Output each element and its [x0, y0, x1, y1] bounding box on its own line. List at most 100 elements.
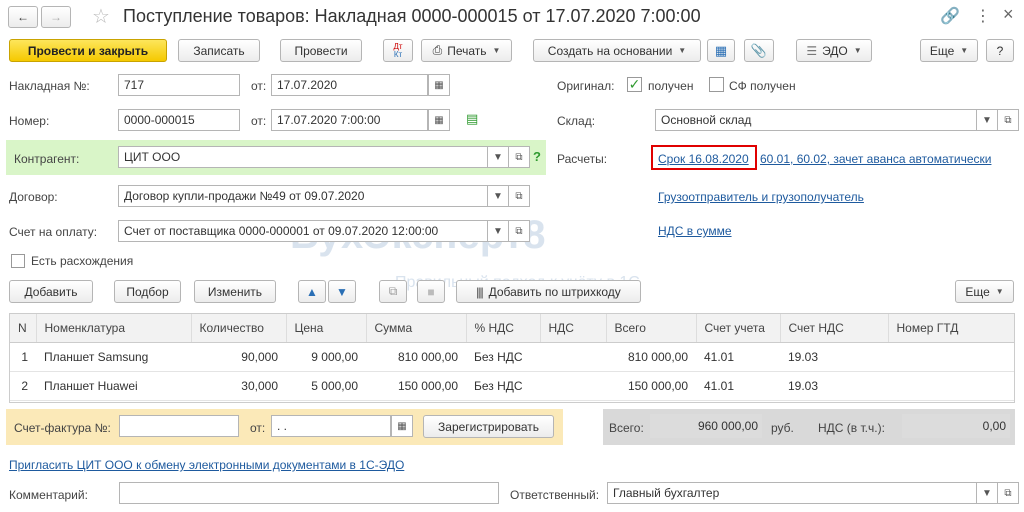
structure-icon: ▦	[714, 42, 728, 58]
vat-in-sum-link[interactable]: НДС в сумме	[658, 224, 732, 238]
invoice-date-field[interactable]: 17.07.2020	[271, 74, 428, 96]
invoice-no-label: Накладная №:	[9, 79, 90, 93]
change-button[interactable]: Изменить	[194, 280, 276, 303]
add-button[interactable]: Добавить	[9, 280, 93, 303]
move-up-button[interactable]: ▲	[298, 280, 326, 303]
post-and-close-button[interactable]: Провести и закрыть	[9, 39, 167, 62]
settlements-term-link[interactable]: Срок 16.08.2020	[658, 152, 749, 166]
sf-number-field[interactable]	[119, 415, 239, 437]
star-icon[interactable]: ☆	[92, 4, 110, 29]
help-icon[interactable]: ?	[533, 149, 541, 164]
number-date-field[interactable]: 17.07.2020 7:00:00	[271, 109, 428, 131]
cell-sum: 150 000,00	[366, 371, 466, 401]
document-list-icon[interactable]: ▤	[466, 111, 478, 127]
create-based-on-label: Создать на основании	[547, 43, 673, 58]
invoice-date-from-label: от:	[251, 79, 267, 93]
col-n[interactable]: N	[10, 314, 37, 343]
pick-button[interactable]: Подбор	[114, 280, 181, 303]
cell-vat	[540, 342, 606, 372]
attachments-button[interactable]: 📎	[744, 39, 774, 62]
dt-kt-button[interactable]: Дт Кт	[383, 39, 413, 62]
comment-label: Комментарий:	[9, 488, 88, 502]
col-qty[interactable]: Количество	[191, 314, 287, 343]
vat-total-value: 0,00	[982, 419, 1006, 433]
contractor-field[interactable]: ЦИТ ООО	[118, 146, 488, 168]
col-price[interactable]: Цена	[286, 314, 367, 343]
responsible-label: Ответственный:	[510, 488, 600, 502]
cell-account: 41.01	[696, 342, 780, 372]
edo-button[interactable]: ☰ ЭДО ▼	[796, 39, 872, 62]
dropdown-icon[interactable]: ▼	[976, 109, 998, 131]
consignor-link[interactable]: Грузоотправитель и грузополучатель	[658, 190, 864, 204]
open-icon[interactable]: ⧉	[508, 185, 530, 207]
settlements-accounts-link[interactable]: 60.01, 60.02, зачет аванса автоматически	[760, 152, 991, 166]
cell-vat-rate: Без НДС	[466, 371, 540, 401]
table-more-button[interactable]: Еще ▼	[955, 280, 1014, 303]
create-based-on-button[interactable]: Создать на основании ▼	[533, 39, 701, 62]
number-label: Номер:	[9, 114, 50, 128]
bill-field[interactable]: Счет от поставщика 0000-000001 от 09.07.…	[118, 220, 488, 242]
warehouse-field[interactable]: Основной склад	[655, 109, 977, 131]
col-total[interactable]: Всего	[606, 314, 697, 343]
dropdown-icon[interactable]: ▼	[976, 482, 998, 504]
back-button[interactable]: ←	[8, 6, 38, 28]
col-account[interactable]: Счет учета	[696, 314, 781, 343]
col-sum[interactable]: Сумма	[366, 314, 467, 343]
cell-vat-account: 19.03	[780, 371, 888, 401]
open-icon[interactable]: ⧉	[997, 109, 1019, 131]
calendar-icon[interactable]: ▦	[428, 74, 450, 96]
register-button[interactable]: Зарегистрировать	[423, 415, 554, 438]
cell-price: 9 000,00	[286, 342, 366, 372]
cell-price: 5 000,00	[286, 371, 366, 401]
warehouse-label: Склад:	[557, 114, 596, 128]
dt-kt-icon: Дт Кт	[393, 41, 403, 59]
close-icon[interactable]: ×	[1003, 4, 1014, 25]
add-by-barcode-button[interactable]: ||| Добавить по штрихкоду	[456, 280, 641, 303]
edo-label: ЭДО	[822, 43, 848, 58]
comment-field[interactable]	[119, 482, 499, 504]
col-gtd[interactable]: Номер ГТД	[888, 314, 1014, 343]
table-row[interactable]: 2 Планшет Huawei 30,000 5 000,00 150 000…	[10, 371, 1014, 401]
col-vat-account[interactable]: Счет НДС	[780, 314, 889, 343]
col-item[interactable]: Номенклатура	[36, 314, 192, 343]
dropdown-icon[interactable]: ▼	[487, 185, 509, 207]
print-button[interactable]: ⎙ Печать ▼	[421, 39, 512, 62]
original-received-checkbox[interactable]: ✓	[627, 76, 642, 92]
sf-date-field[interactable]: . .	[271, 415, 391, 437]
cell-vat-account: 19.03	[780, 342, 888, 372]
contract-field[interactable]: Договор купли-продажи №49 от 09.07.2020	[118, 185, 488, 207]
settlements-label: Расчеты:	[557, 152, 608, 166]
open-icon[interactable]: ⧉	[508, 220, 530, 242]
save-button[interactable]: Записать	[178, 39, 260, 62]
copy-row-button[interactable]: ⧉	[379, 280, 407, 303]
col-vat[interactable]: НДС	[540, 314, 607, 343]
move-down-button[interactable]: ▼	[328, 280, 356, 303]
calendar-icon[interactable]: ▦	[391, 415, 413, 437]
open-icon[interactable]: ⧉	[997, 482, 1019, 504]
open-icon[interactable]: ⧉	[508, 146, 530, 168]
structure-button[interactable]: ▦	[707, 39, 735, 62]
contractor-label: Контрагент:	[14, 152, 80, 166]
table-row[interactable]: 1 Планшет Samsung 90,000 9 000,00 810 00…	[10, 342, 1014, 372]
more-vertical-icon[interactable]: ⋮	[975, 6, 991, 26]
link-icon[interactable]: 🔗	[940, 6, 960, 26]
chevron-down-icon: ▼	[960, 46, 969, 55]
total-value-box: 960 000,00	[650, 414, 762, 438]
number-field[interactable]: 0000-000015	[118, 109, 240, 131]
col-vat-rate[interactable]: % НДС	[466, 314, 541, 343]
sf-received-label: СФ получен	[729, 79, 796, 93]
discrepancy-checkbox[interactable]	[11, 254, 25, 268]
paperclip-icon: 📎	[750, 42, 768, 58]
delete-row-button[interactable]: ■	[417, 280, 445, 303]
sf-received-checkbox[interactable]	[709, 77, 724, 92]
dropdown-icon[interactable]: ▼	[487, 220, 509, 242]
forward-button[interactable]: →	[41, 6, 71, 28]
more-button[interactable]: Еще ▼	[920, 39, 978, 62]
dropdown-icon[interactable]: ▼	[487, 146, 509, 168]
invoice-no-field[interactable]: 717	[118, 74, 240, 96]
post-button[interactable]: Провести	[280, 39, 362, 62]
help-button[interactable]: ?	[986, 39, 1014, 62]
invite-edo-link[interactable]: Пригласить ЦИТ ООО к обмену электронными…	[9, 458, 404, 472]
responsible-field[interactable]: Главный бухгалтер	[607, 482, 977, 504]
calendar-icon[interactable]: ▦	[428, 109, 450, 131]
